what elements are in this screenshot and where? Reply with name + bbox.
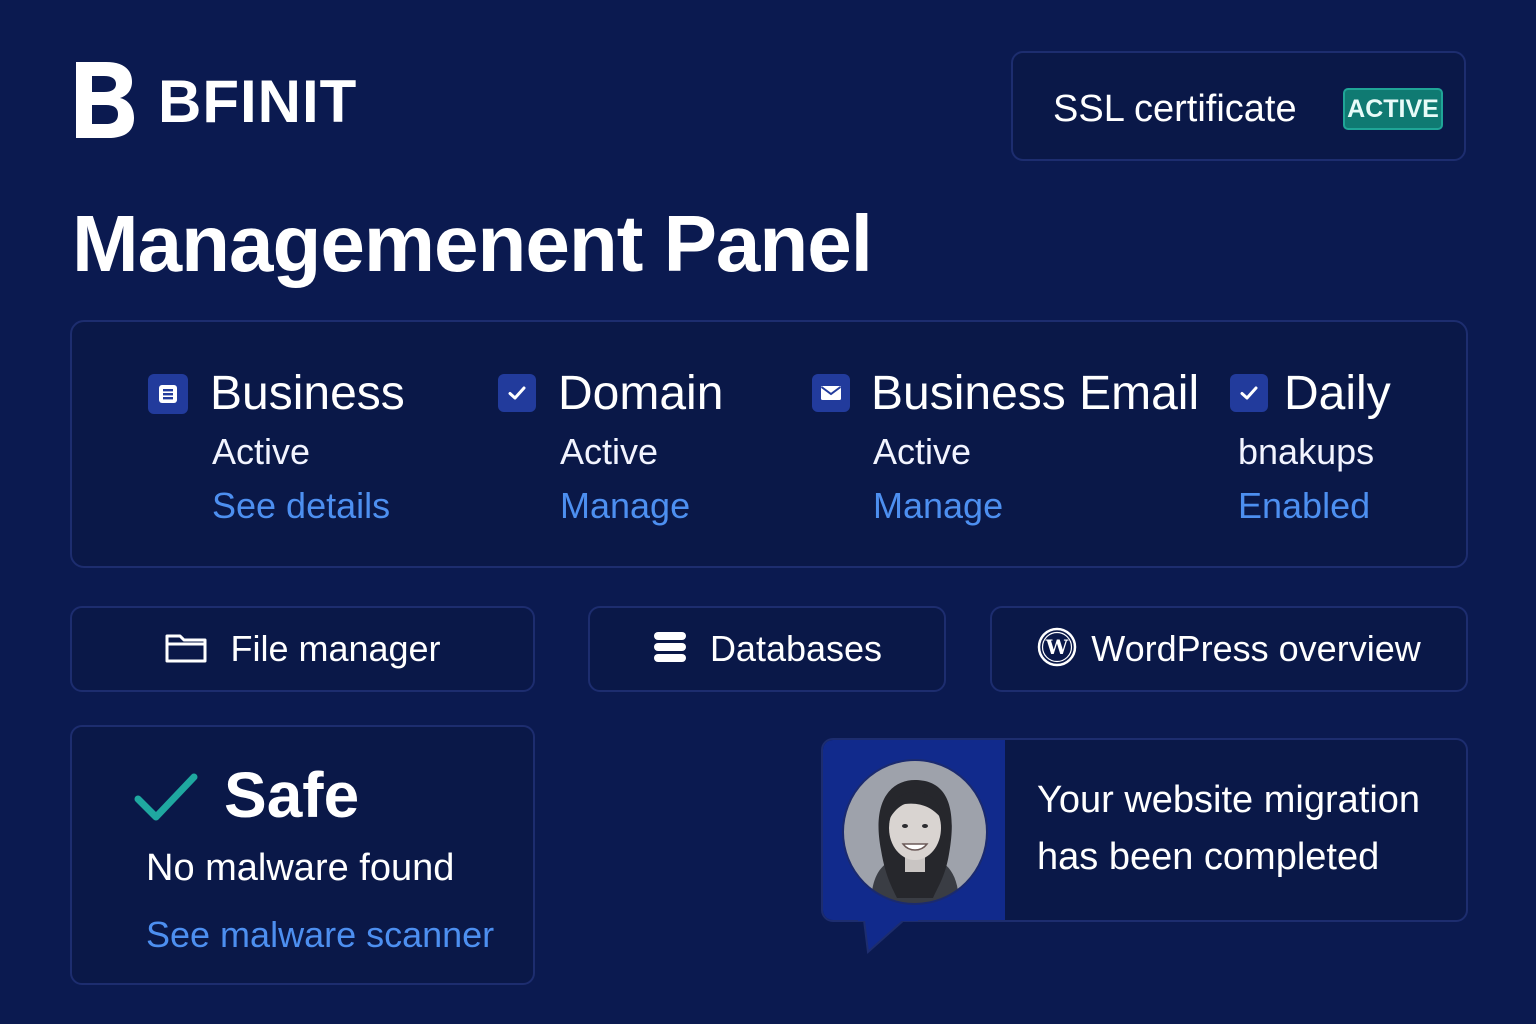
service-status-email: Active <box>873 431 972 472</box>
service-status-business: Active <box>212 431 311 472</box>
checkmark-icon <box>134 771 198 828</box>
business-plan-icon <box>148 374 188 414</box>
brand-name: BFINIT <box>158 68 358 135</box>
ssl-label: SSL certificate <box>1053 88 1297 130</box>
service-title-domain: Domain <box>558 367 724 420</box>
databases-label: Databases <box>709 628 883 669</box>
notification-message: Your website migration has been complete… <box>1037 779 1421 878</box>
service-title-email: Business Email <box>871 367 1200 420</box>
wordpress-overview-label: WordPress overview <box>1091 628 1421 669</box>
ssl-status-card: SSL certificate ACTIVE <box>1011 51 1466 161</box>
check-icon <box>498 374 536 412</box>
speech-bubble-tail <box>858 918 918 961</box>
database-icon <box>652 631 688 668</box>
migration-notification: Your website migration has been complete… <box>821 738 1468 922</box>
service-status-domain: Active <box>560 431 659 472</box>
wordpress-icon: W <box>1037 627 1077 672</box>
envelope-icon <box>812 374 850 412</box>
malware-safe-title: Safe <box>224 759 360 831</box>
folder-icon <box>164 630 208 669</box>
avatar <box>841 758 989 911</box>
brand-logo-icon <box>72 58 136 142</box>
databases-button[interactable]: Databases <box>588 606 946 692</box>
check-icon <box>1230 374 1268 412</box>
malware-status-text: No malware found <box>146 847 455 889</box>
see-details-link[interactable]: See details <box>212 484 390 528</box>
service-title-backups: Daily <box>1284 367 1391 420</box>
svg-text:W: W <box>1045 635 1069 659</box>
email-manage-link[interactable]: Manage <box>873 484 1003 528</box>
file-manager-button[interactable]: File manager <box>70 606 535 692</box>
services-panel: Business Active See details Domain Activ… <box>70 320 1468 568</box>
backups-enabled-link[interactable]: Enabled <box>1238 484 1370 528</box>
malware-status-card: Safe No malware found See malware scanne… <box>70 725 535 985</box>
service-status-backups: bnakups <box>1238 431 1375 472</box>
service-title-business: Business <box>210 367 405 420</box>
ssl-status-badge: ACTIVE <box>1343 88 1443 130</box>
file-manager-label: File manager <box>230 628 441 669</box>
malware-scanner-link[interactable]: See malware scanner <box>146 913 494 957</box>
wordpress-overview-button[interactable]: W WordPress overview <box>990 606 1468 692</box>
page-title: Managemenent Panel <box>72 199 873 288</box>
domain-manage-link[interactable]: Manage <box>560 484 690 528</box>
